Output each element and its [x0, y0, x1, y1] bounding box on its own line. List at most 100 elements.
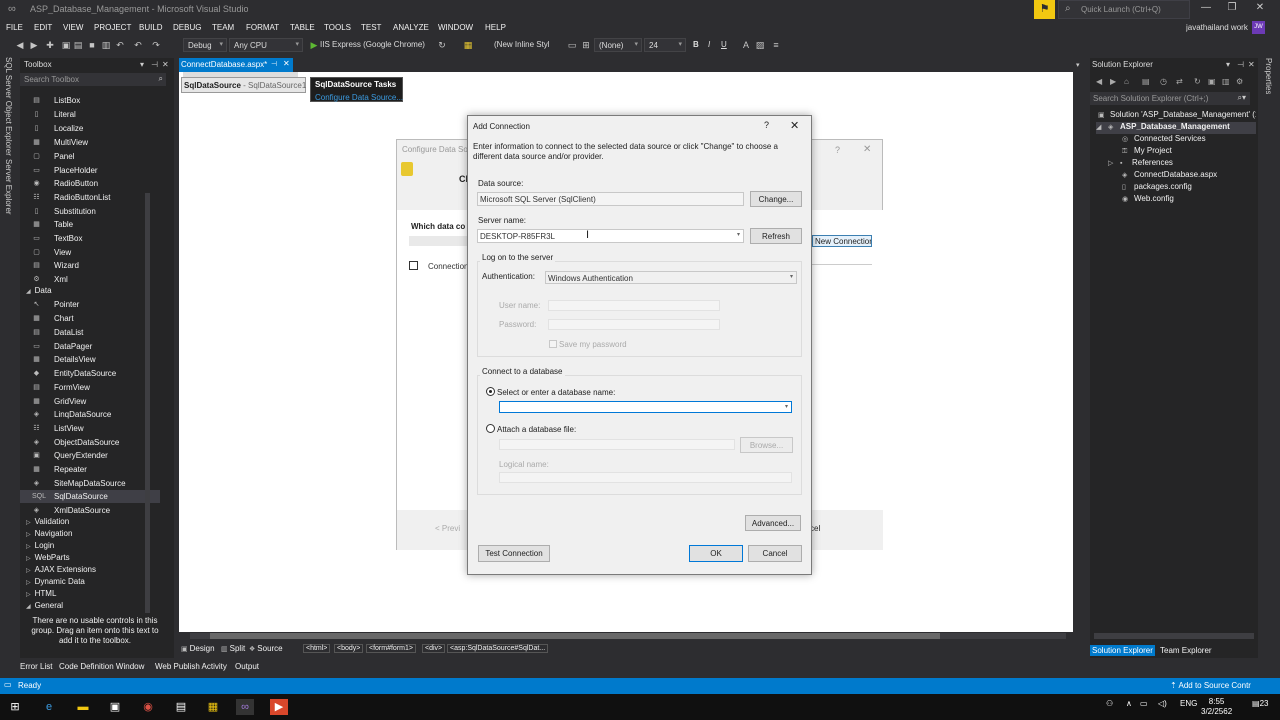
toolbox-item-table[interactable]: ▦ Table: [20, 218, 160, 231]
file-explorer-icon[interactable]: ▬: [74, 699, 92, 715]
pending-changes-icon[interactable]: ◷: [1160, 77, 1167, 86]
previous-button[interactable]: < Previ: [435, 524, 460, 533]
toolbox-search-input[interactable]: Search Toolbox ⌕: [20, 73, 166, 86]
chevron-down-icon[interactable]: ▾: [1226, 60, 1230, 69]
menu-help[interactable]: HELP: [485, 23, 506, 32]
server-explorer-tab[interactable]: Server Explorer: [4, 159, 13, 215]
toolbox-item-multiview[interactable]: ▦ MultiView: [20, 136, 160, 149]
toolbox-item-datapager[interactable]: ▭ DataPager: [20, 340, 160, 353]
toolbox-group-validation[interactable]: ▷ Validation: [26, 517, 69, 526]
font-size-select[interactable]: 24 ▾: [644, 38, 686, 52]
menu-team[interactable]: TEAM: [212, 23, 234, 32]
avatar[interactable]: JW: [1252, 21, 1265, 34]
windows-start-icon[interactable]: ⊞: [6, 699, 24, 715]
close-icon[interactable]: ✕: [790, 119, 799, 132]
advanced-button[interactable]: Advanced...: [745, 515, 801, 531]
password-input[interactable]: [548, 319, 720, 330]
pin-icon[interactable]: ⊣: [271, 60, 277, 68]
visual-aids-icon[interactable]: ▭: [566, 39, 578, 51]
collapse-all-icon[interactable]: ▣: [1208, 77, 1216, 86]
breadcrumb-html[interactable]: <html>: [303, 644, 331, 653]
toolbox-item-placeholder[interactable]: ▭ PlaceHolder: [20, 164, 160, 177]
toolbox-item-entitydatasource[interactable]: ◆ EntityDataSource: [20, 367, 160, 380]
toolbox-item-datalist[interactable]: ▤ DataList: [20, 326, 160, 339]
ok-button[interactable]: OK: [689, 545, 743, 562]
toolbox-scrollbar[interactable]: [145, 193, 150, 613]
chevron-down-icon[interactable]: ▾: [140, 60, 144, 69]
toolbox-group-navigation[interactable]: ▷ Navigation: [26, 529, 72, 538]
properties-tab[interactable]: Properties: [1264, 58, 1273, 94]
minimize-icon[interactable]: —: [1196, 2, 1216, 16]
logical-name-input[interactable]: [499, 472, 792, 483]
tray-chevron-icon[interactable]: ∧: [1126, 699, 1132, 708]
toolbox-item-radiobutton[interactable]: ◉ RadioButton: [20, 177, 160, 190]
tab-error-list[interactable]: Error List: [20, 662, 52, 671]
database-name-input[interactable]: ▾: [499, 401, 792, 413]
tree-item-references[interactable]: ▷ ▪ References: [1108, 158, 1173, 170]
toolbox-item-view[interactable]: ▢ View: [20, 246, 160, 259]
project-node[interactable]: ◢ ◈ ASP_Database_Management: [1096, 122, 1256, 134]
absolute-position-icon[interactable]: ⊞: [580, 39, 592, 51]
select-database-radio[interactable]: [486, 387, 495, 396]
tree-item-packages-config[interactable]: ▯ packages.config: [1122, 182, 1192, 194]
toolbox-item-listview[interactable]: ☷ ListView: [20, 422, 160, 435]
recorder-app-icon[interactable]: ▶: [270, 699, 288, 715]
block-format-select[interactable]: (None) ▾: [594, 38, 642, 52]
tab-connectdatabase[interactable]: ConnectDatabase.aspx* ⊣ ✕: [179, 58, 293, 72]
menu-format[interactable]: FORMAT: [246, 23, 279, 32]
server-name-input[interactable]: DESKTOP-R85FR3L ▾: [477, 229, 744, 243]
menu-project[interactable]: PROJECT: [94, 23, 131, 32]
tree-item-connectdatabase[interactable]: ◈ ConnectDatabase.aspx: [1122, 170, 1217, 182]
refresh-browser-icon[interactable]: ↻: [436, 39, 448, 51]
visual-studio-taskbar-icon[interactable]: ∞: [236, 699, 254, 715]
solution-explorer-search-input[interactable]: Search Solution Explorer (Ctrl+;) ⌕▾: [1090, 92, 1250, 105]
toolbox-item-xml[interactable]: ⚙ Xml: [20, 273, 160, 286]
toolbox-item-substitution[interactable]: ▯ Substitution: [20, 205, 160, 218]
edge-browser-icon[interactable]: e: [40, 699, 58, 715]
maximize-icon[interactable]: ❐: [1222, 2, 1242, 16]
refresh-icon[interactable]: ↻: [1194, 77, 1201, 86]
app-icon[interactable]: ▦: [204, 699, 222, 715]
run-target-button[interactable]: IIS Express (Google Chrome): [320, 40, 425, 49]
tree-item-web-config[interactable]: ◉ Web.config: [1122, 194, 1174, 206]
design-horizontal-scrollbar[interactable]: [190, 633, 1066, 639]
menu-debug[interactable]: DEBUG: [173, 23, 201, 32]
quick-launch-input[interactable]: ⌕ Quick Launch (Ctrl+Q): [1058, 0, 1190, 19]
switch-views-icon[interactable]: ▤: [1142, 77, 1150, 86]
authentication-select[interactable]: Windows Authentication ▾: [545, 271, 797, 284]
tab-team-explorer[interactable]: Team Explorer: [1158, 645, 1214, 656]
tree-item-my-project[interactable]: ⚿ My Project: [1122, 146, 1172, 158]
pin-icon[interactable]: ⊣: [1237, 60, 1244, 69]
toolbox-group-dynamic-data[interactable]: ▷ Dynamic Data: [26, 577, 85, 586]
toolbox-item-panel[interactable]: ▢ Panel: [20, 150, 160, 163]
close-tab-icon[interactable]: ✕: [283, 59, 290, 68]
back-icon[interactable]: ◀: [14, 39, 26, 51]
notifications-flag-icon[interactable]: ⚑: [1034, 0, 1055, 19]
home-icon[interactable]: ⌂: [1124, 77, 1129, 86]
toolbox-item-formview[interactable]: ▤ FormView: [20, 381, 160, 394]
sync-icon[interactable]: ⇄: [1176, 77, 1183, 86]
properties-icon[interactable]: ⚙: [1236, 77, 1243, 86]
redo-icon[interactable]: ↷: [150, 39, 162, 51]
attach-database-radio[interactable]: [486, 424, 495, 433]
style-application-icon[interactable]: ▦: [462, 39, 474, 51]
database-file-input[interactable]: [499, 439, 735, 450]
menu-window[interactable]: WINDOW: [438, 23, 473, 32]
open-file-icon[interactable]: ▤: [72, 39, 84, 51]
justify-icon[interactable]: ≡: [770, 39, 782, 51]
menu-table[interactable]: TABLE: [290, 23, 315, 32]
menu-tools[interactable]: TOOLS: [324, 23, 351, 32]
connection-string-checkbox[interactable]: [409, 261, 418, 270]
save-icon[interactable]: ■: [86, 39, 98, 51]
split-view-button[interactable]: ▥ Split: [221, 644, 245, 653]
close-icon[interactable]: ✕: [863, 144, 871, 155]
solution-node[interactable]: ▣ Solution 'ASP_Database_Management' (1: [1098, 110, 1256, 122]
toolbox-item-objectdatasource[interactable]: ◈ ObjectDataSource: [20, 436, 160, 449]
close-icon[interactable]: ✕: [1248, 60, 1255, 69]
network-icon[interactable]: ▭: [1140, 699, 1148, 708]
new-project-icon[interactable]: ▣: [60, 39, 72, 51]
undo-dropdown-icon[interactable]: ↶: [132, 39, 144, 51]
add-to-source-control-button[interactable]: ⇡ Add to Source Contr: [1170, 681, 1251, 690]
solution-config-select[interactable]: Debug ▾: [183, 38, 227, 52]
menu-view[interactable]: VIEW: [63, 23, 83, 32]
